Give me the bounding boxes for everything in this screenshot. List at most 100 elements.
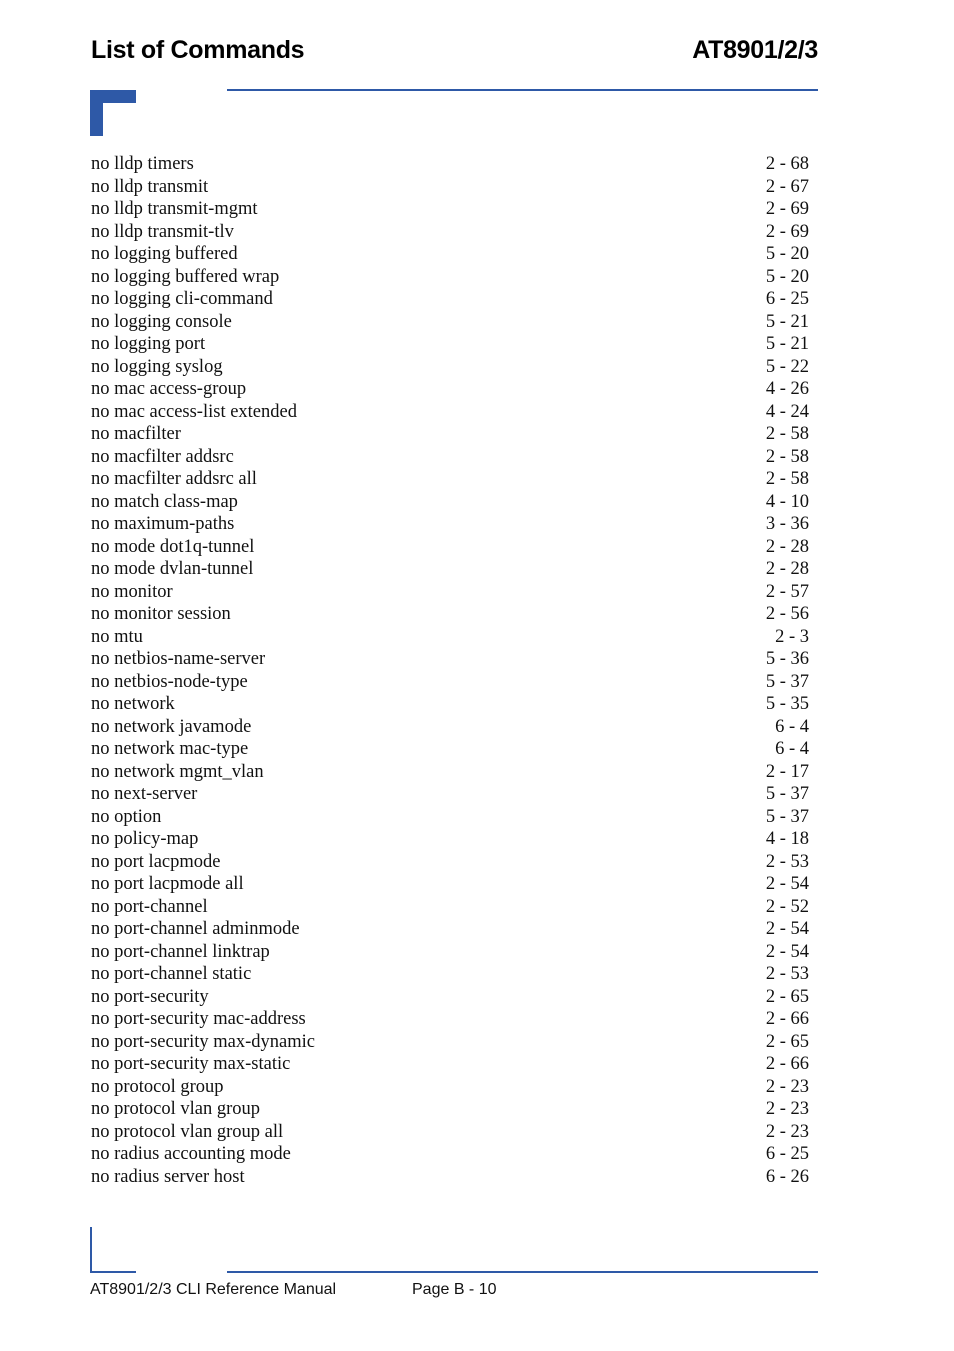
command-name: no logging port	[91, 334, 206, 354]
command-name: no port-security mac-address	[91, 1009, 306, 1029]
command-row: no radius server host 6 - 26	[91, 1166, 809, 1189]
command-name: no macfilter	[91, 424, 181, 444]
command-page-ref: 3 - 36	[765, 514, 809, 534]
command-page-ref: 5 - 21	[765, 311, 809, 332]
command-name: no netbios-node-type	[91, 671, 248, 692]
command-name: no logging buffered wrap	[91, 266, 280, 287]
command-name: no lldp transmit-mgmt	[91, 199, 258, 219]
command-name: no mtu	[91, 626, 143, 647]
command-page-ref: 2 - 58	[765, 469, 809, 489]
model-name: AT8901/2/3	[692, 36, 818, 64]
command-row: no network javamode 6 - 4	[91, 716, 809, 739]
manual-title: AT8901/2/3 CLI Reference Manual	[90, 1281, 337, 1298]
command-page-ref: 2 - 69	[765, 221, 809, 242]
command-page-ref: 2 - 54	[765, 919, 809, 939]
footer-rule	[227, 1271, 818, 1273]
command-row: no lldp transmit-tlv 2 - 69	[91, 221, 809, 244]
command-name: no monitor session	[91, 604, 231, 624]
command-row: no port-security max-dynamic 2 - 65	[91, 1031, 809, 1054]
command-page-ref: 2 - 57	[765, 581, 809, 602]
command-row: no network mac-type 6 - 4	[91, 738, 809, 761]
command-row: no mtu 2 - 3	[91, 626, 809, 649]
command-page-ref: 2 - 65	[765, 986, 809, 1007]
corner-bracket-bottom	[90, 1271, 136, 1273]
command-page-ref: 5 - 37	[765, 784, 809, 804]
command-page-ref: 5 - 35	[765, 694, 809, 714]
command-page-ref: 2 - 17	[765, 761, 809, 782]
command-row: no port lacpmode all 2 - 54	[91, 873, 809, 896]
command-name: no port-channel static	[91, 964, 252, 984]
command-page-ref: 2 - 3	[775, 626, 809, 647]
command-page-ref: 2 - 65	[765, 1031, 809, 1052]
command-name: no monitor	[91, 581, 173, 602]
command-name: no policy-map	[91, 829, 199, 849]
command-row: no network mgmt_vlan 2 - 17	[91, 761, 809, 784]
command-row: no lldp timers 2 - 68	[91, 153, 809, 176]
command-row: no macfilter 2 - 58	[91, 423, 809, 446]
command-page-ref: 5 - 21	[765, 334, 809, 354]
command-row: no logging syslog 5 - 22	[91, 356, 809, 379]
corner-bracket-bottom-vertical	[90, 1227, 92, 1273]
command-name: no port-channel	[91, 896, 208, 917]
command-name: no port-channel adminmode	[91, 919, 300, 939]
command-page-ref: 2 - 56	[765, 604, 809, 624]
command-row: no netbios-node-type 5 - 37	[91, 671, 809, 694]
command-name: no network mac-type	[91, 739, 249, 759]
command-page-ref: 2 - 23	[765, 1121, 809, 1142]
command-name: no radius accounting mode	[91, 1144, 291, 1164]
command-row: no port-channel linktrap 2 - 54	[91, 941, 809, 964]
command-name: no netbios-name-server	[91, 649, 266, 669]
command-name: no port-channel linktrap	[91, 941, 270, 962]
command-page-ref: 4 - 10	[765, 491, 809, 512]
command-row: no port-security max-static 2 - 66	[91, 1053, 809, 1076]
command-page-ref: 6 - 4	[775, 739, 809, 759]
command-row: no port-security 2 - 65	[91, 986, 809, 1009]
command-name: no port-security max-dynamic	[91, 1031, 315, 1052]
command-page-ref: 6 - 4	[775, 716, 809, 737]
command-name: no lldp transmit-tlv	[91, 221, 234, 242]
command-name: no port lacpmode	[91, 851, 221, 872]
command-page-ref: 5 - 20	[765, 244, 809, 264]
command-page-ref: 2 - 28	[765, 559, 809, 579]
command-name: no lldp timers	[91, 154, 194, 174]
command-page-ref: 2 - 28	[765, 536, 809, 557]
command-name: no mode dot1q-tunnel	[91, 536, 255, 557]
command-name: no port-security max-static	[91, 1054, 291, 1074]
command-name: no port-security	[91, 986, 209, 1007]
command-row: no port-channel adminmode 2 - 54	[91, 918, 809, 941]
command-name: no next-server	[91, 784, 198, 804]
command-page-ref: 2 - 66	[765, 1054, 809, 1074]
command-row: no policy-map 4 - 18	[91, 828, 809, 851]
command-name: no protocol vlan group	[91, 1099, 261, 1119]
command-name: no macfilter addsrc	[91, 446, 234, 467]
command-row: no mode dot1q-tunnel 2 - 28	[91, 536, 809, 559]
command-row: no mode dvlan-tunnel 2 - 28	[91, 558, 809, 581]
command-name: no match class-map	[91, 491, 238, 512]
command-page-ref: 2 - 58	[765, 424, 809, 444]
command-row: no port-channel 2 - 52	[91, 896, 809, 919]
command-name: no port lacpmode all	[91, 874, 244, 894]
command-row: no port lacpmode 2 - 53	[91, 851, 809, 874]
command-page-ref: 2 - 53	[765, 964, 809, 984]
command-page-ref: 2 - 68	[765, 154, 809, 174]
command-page-ref: 4 - 26	[765, 379, 809, 399]
command-row: no lldp transmit-mgmt 2 - 69	[91, 198, 809, 221]
command-name: no protocol group	[91, 1076, 224, 1097]
command-page-ref: 2 - 54	[765, 874, 809, 894]
command-name: no lldp transmit	[91, 176, 209, 197]
command-page-ref: 4 - 24	[765, 401, 809, 422]
command-row: no radius accounting mode 6 - 25	[91, 1143, 809, 1166]
command-row: no logging cli-command 6 - 25	[91, 288, 809, 311]
command-name: no network	[91, 694, 175, 714]
command-row: no protocol group 2 - 23	[91, 1076, 809, 1099]
command-page-ref: 6 - 25	[765, 1144, 809, 1164]
command-name: no maximum-paths	[91, 514, 235, 534]
command-page-ref: 5 - 37	[765, 671, 809, 692]
command-name: no logging buffered	[91, 244, 238, 264]
command-row: no logging buffered wrap 5 - 20	[91, 266, 809, 289]
command-name: no protocol vlan group all	[91, 1121, 284, 1142]
command-page-ref: 2 - 69	[765, 199, 809, 219]
command-page-ref: 2 - 67	[765, 176, 809, 197]
command-name: no radius server host	[91, 1166, 245, 1187]
command-name: no network mgmt_vlan	[91, 761, 264, 782]
